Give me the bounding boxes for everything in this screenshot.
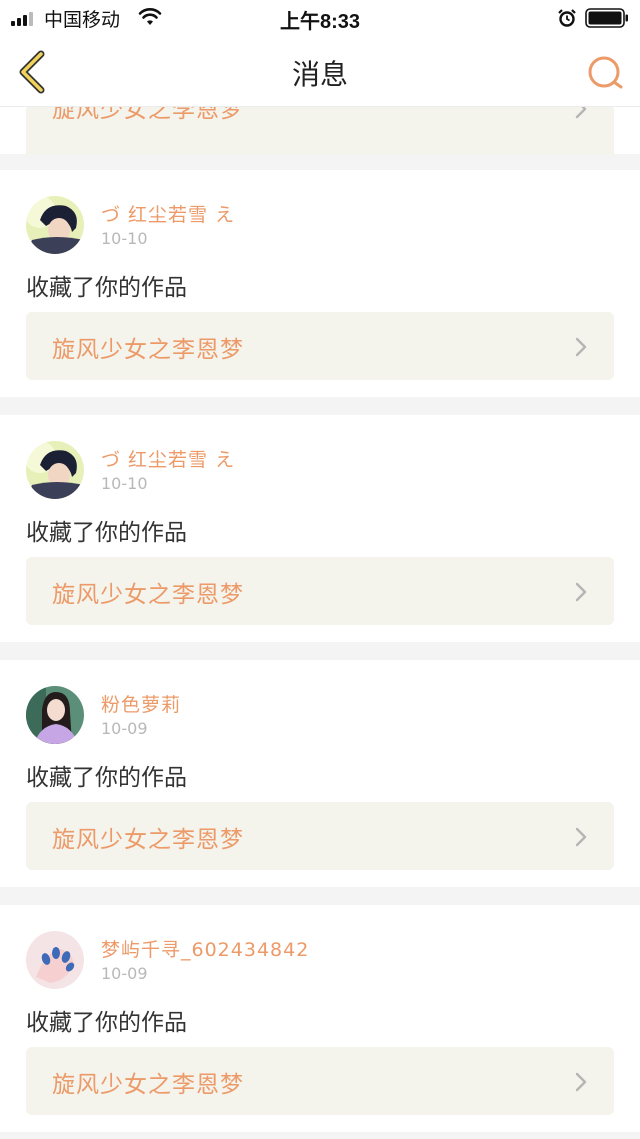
work-title: 旋风少女之李恩梦 bbox=[52, 827, 244, 853]
message-card: 梦屿千寻_602434842 10-09 收藏了你的作品 旋风少女之李恩梦 bbox=[0, 905, 640, 1132]
message-card: 粉色萝莉 10-09 收藏了你的作品 旋风少女之李恩梦 bbox=[0, 660, 640, 887]
page-title: 消息 bbox=[291, 58, 348, 91]
status-bar: 中国移动 上午8:33 bbox=[0, 0, 640, 36]
work-title: 旋风少女之李恩梦 bbox=[52, 337, 244, 363]
username[interactable]: づ 红尘若雪 え bbox=[101, 445, 235, 472]
message-date: 10-10 bbox=[101, 229, 148, 248]
message-card: づ 红尘若雪 え 10-10 收藏了你的作品 旋风少女之李恩梦 bbox=[0, 170, 640, 397]
user-avatar[interactable] bbox=[26, 931, 84, 989]
username[interactable]: づ 红尘若雪 え bbox=[101, 200, 235, 227]
user-avatar[interactable] bbox=[26, 441, 84, 499]
message-date: 10-10 bbox=[101, 474, 148, 493]
username[interactable]: 粉色萝莉 bbox=[101, 690, 181, 717]
message-date: 10-09 bbox=[101, 719, 148, 738]
user-avatar[interactable] bbox=[26, 686, 84, 744]
work-title: 旋风少女之李恩梦 bbox=[52, 1072, 244, 1098]
search-icon[interactable] bbox=[586, 54, 624, 92]
chevron-right-icon bbox=[575, 582, 587, 602]
alarm-icon bbox=[558, 9, 576, 27]
action-text: 收藏了你的作品 bbox=[26, 765, 187, 791]
chevron-right-icon bbox=[575, 337, 587, 357]
message-card: づ 红尘若雪 え 10-10 收藏了你的作品 旋风少女之李恩梦 bbox=[0, 415, 640, 642]
action-text: 收藏了你的作品 bbox=[26, 1010, 187, 1036]
chevron-right-icon bbox=[575, 827, 587, 847]
user-avatar[interactable] bbox=[26, 196, 84, 254]
clock-time: 上午8:33 bbox=[279, 11, 361, 33]
work-link[interactable]: 旋风少女之李恩梦 bbox=[26, 557, 614, 625]
nav-bar: 消息 bbox=[0, 36, 640, 107]
work-title: 旋风少女之李恩梦 bbox=[52, 104, 244, 123]
battery-icon bbox=[585, 8, 628, 28]
message-date: 10-09 bbox=[101, 964, 148, 983]
work-link[interactable]: 旋风少女之李恩梦 bbox=[26, 104, 614, 154]
action-text: 收藏了你的作品 bbox=[26, 520, 187, 546]
action-text: 收藏了你的作品 bbox=[26, 275, 187, 301]
work-link[interactable]: 旋风少女之李恩梦 bbox=[26, 802, 614, 870]
work-title: 旋风少女之李恩梦 bbox=[52, 582, 244, 608]
username[interactable]: 梦屿千寻_602434842 bbox=[101, 935, 309, 962]
work-link[interactable]: 旋风少女之李恩梦 bbox=[26, 1047, 614, 1115]
chevron-right-icon bbox=[575, 1072, 587, 1092]
work-link[interactable]: 旋风少女之李恩梦 bbox=[26, 312, 614, 380]
